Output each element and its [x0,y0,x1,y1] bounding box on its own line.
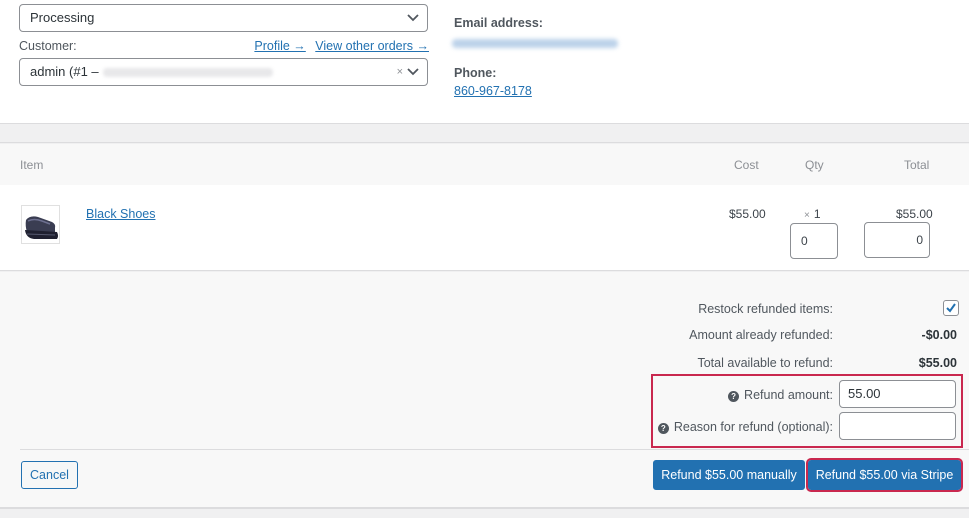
checkmark-icon [946,303,956,313]
redacted-customer-email [102,68,273,78]
refund-line-total-input[interactable]: 0 [864,222,930,258]
chevron-down-icon [407,68,419,76]
clear-icon[interactable]: × [397,59,403,85]
refund-reason-label-text: Reason for refund (optional): [673,420,833,434]
qty-value: 1 [813,207,821,221]
bottom-gap [0,509,969,518]
refund-manually-button[interactable]: Refund $55.00 manually [653,460,805,490]
item-total: $55.00 [896,207,933,221]
items-table-header: Item Cost Qty Total [0,144,969,185]
refund-amount-label: ? Refund amount: [728,388,833,402]
item-cost: $55.00 [729,207,766,221]
available-label: Total available to refund: [697,356,833,370]
table-row: Black Shoes $55.00 × 1 0 $55.00 0 [0,185,969,271]
help-icon[interactable]: ? [657,423,669,434]
restock-row: Restock refunded items: [0,300,969,322]
order-status-select[interactable]: Processing [19,4,428,32]
cancel-button[interactable]: Cancel [21,461,78,489]
already-refunded-row: Amount already refunded: -$0.00 [0,328,969,348]
divider [20,449,969,450]
order-status-value: Processing [30,10,95,25]
help-icon[interactable]: ? [728,391,740,402]
item-qty: × 1 [804,207,821,221]
header-qty: Qty [805,158,824,172]
customer-select[interactable]: admin (#1 – × [19,58,428,86]
restock-label: Restock refunded items: [698,302,833,316]
restock-checkbox[interactable] [943,300,959,316]
available-row: Total available to refund: $55.00 [0,356,969,376]
header-total: Total [904,158,930,172]
refund-amount-label-text: Refund amount: [744,388,833,402]
order-details-panel: Processing Customer: Profile → View othe… [0,0,969,124]
section-gap [0,125,969,143]
customer-links: Profile → View other orders → [248,39,429,53]
times-symbol: × [804,210,810,221]
refund-via-stripe-button[interactable]: Refund $55.00 via Stripe [806,458,963,492]
header-cost: Cost [734,158,759,172]
refund-reason-label: ? Reason for refund (optional): [657,420,833,434]
shoe-image-icon [22,206,59,243]
customer-label: Customer: [19,39,77,53]
chevron-down-icon [407,14,419,22]
phone-link[interactable]: 860-967-8178 [454,84,532,98]
refund-reason-input[interactable] [839,412,956,440]
already-refunded-value: -$0.00 [921,328,957,342]
phone-label: Phone: [454,66,497,80]
header-item: Item [20,158,44,172]
email-label: Email address: [454,16,543,30]
customer-value: admin (#1 – [30,64,99,79]
view-other-orders-link[interactable]: View other orders → [315,39,429,53]
product-link[interactable]: Black Shoes [86,207,155,221]
refund-panel: Restock refunded items: Amount already r… [0,272,969,509]
refund-qty-input[interactable]: 0 [790,223,838,259]
refund-amount-input[interactable]: 55.00 [839,380,956,408]
product-thumbnail [21,205,60,244]
already-refunded-label: Amount already refunded: [689,328,833,342]
available-value: $55.00 [918,356,957,370]
redacted-email-link[interactable] [452,39,618,48]
profile-link[interactable]: Profile → [254,39,305,53]
